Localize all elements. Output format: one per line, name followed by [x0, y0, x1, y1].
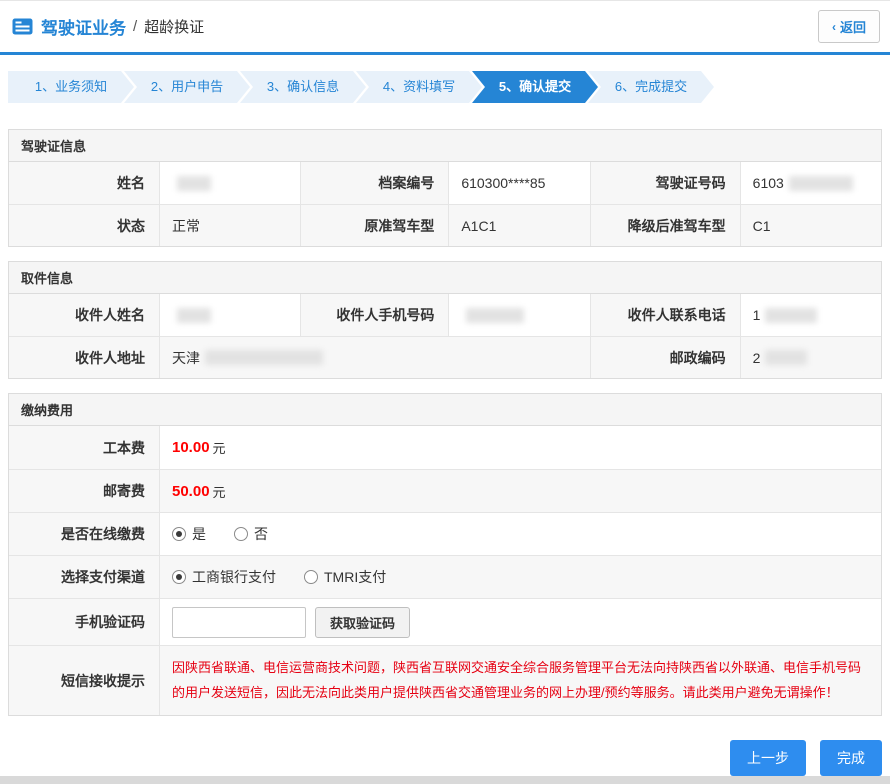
- top-bar: 驾驶证业务 / 超龄换证 ‹ 返回: [0, 1, 890, 55]
- online-pay-label: 是否在线缴费: [9, 513, 159, 555]
- step-tab-6-complete[interactable]: 6、完成提交: [588, 71, 714, 103]
- pay-channel-label: 选择支付渠道: [9, 556, 159, 598]
- address-label: 收件人地址: [9, 337, 159, 378]
- page-title: 驾驶证业务: [41, 14, 126, 39]
- work-fee-row: 工本费 10.00 元: [9, 426, 881, 469]
- redacted-address: [205, 350, 323, 365]
- license-no-label: 驾驶证号码: [590, 162, 740, 204]
- radio-online-pay-yes[interactable]: 是: [172, 524, 206, 544]
- file-no-label: 档案编号: [300, 162, 448, 204]
- radio-dot-icon: [304, 570, 318, 584]
- postcode-label: 邮政编码: [590, 337, 740, 378]
- online-pay-row: 是否在线缴费 是 否: [9, 512, 881, 555]
- orig-class-value: A1C1: [448, 205, 589, 246]
- postcode-value: 2: [740, 337, 881, 378]
- sms-code-row: 手机验证码 获取验证码: [9, 598, 881, 645]
- radio-channel-icbc[interactable]: 工商银行支付: [172, 567, 276, 587]
- recipient-name-value: [159, 294, 300, 336]
- redacted-name: [177, 176, 211, 191]
- sms-tip-row: 短信接收提示 因陕西省联通、电信运营商技术问题，陕西省互联网交通安全综合服务管理…: [9, 645, 881, 715]
- file-no-value: 610300****85: [448, 162, 589, 204]
- sms-tip-text: 因陕西省联通、电信运营商技术问题，陕西省互联网交通安全综合服务管理平台无法向持陕…: [172, 656, 869, 705]
- pay-channel-row: 选择支付渠道 工商银行支付 TMRI支付: [9, 555, 881, 598]
- recipient-mobile-label: 收件人手机号码: [300, 294, 448, 336]
- section-fees: 缴纳费用 工本费 10.00 元 邮寄费 50.00 元 是否在线缴费 是: [8, 393, 882, 716]
- downgrade-class-value: C1: [740, 205, 881, 246]
- orig-class-label: 原准驾车型: [300, 205, 448, 246]
- step-tab-5-confirm-submit[interactable]: 5、确认提交: [472, 71, 598, 103]
- post-fee-amount: 50.00: [172, 483, 210, 500]
- redacted-recipient-name: [177, 308, 211, 323]
- table-row: 收件人姓名 收件人手机号码 收件人联系电话 1: [9, 294, 881, 336]
- status-label: 状态: [9, 205, 159, 246]
- sms-code-input[interactable]: [172, 607, 306, 638]
- bottom-actions: 上一步 完成: [0, 740, 882, 776]
- redacted-postcode: [765, 350, 807, 365]
- section-license-info: 驾驶证信息 姓名 档案编号 610300****85 驾驶证号码 6103 状态…: [8, 129, 882, 247]
- section-pickup-info-title: 取件信息: [9, 262, 881, 294]
- section-fees-title: 缴纳费用: [9, 394, 881, 426]
- sms-tip-label: 短信接收提示: [9, 646, 159, 715]
- license-no-value: 6103: [740, 162, 881, 204]
- radio-online-pay-no-label: 否: [254, 524, 268, 544]
- radio-dot-icon: [172, 570, 186, 584]
- step-tab-2-declaration[interactable]: 2、用户申告: [124, 71, 250, 103]
- name-label: 姓名: [9, 162, 159, 204]
- license-business-icon: [12, 18, 33, 35]
- section-license-info-title: 驾驶证信息: [9, 130, 881, 162]
- recipient-phone-label: 收件人联系电话: [590, 294, 740, 336]
- breadcrumb-current: 超龄换证: [144, 16, 204, 37]
- table-row: 收件人地址 天津 邮政编码 2: [9, 336, 881, 378]
- work-fee-value: 10.00 元: [159, 426, 881, 469]
- recipient-name-label: 收件人姓名: [9, 294, 159, 336]
- back-button[interactable]: ‹ 返回: [818, 10, 880, 43]
- downgrade-class-label: 降级后准驾车型: [590, 205, 740, 246]
- step-tab-1-notice[interactable]: 1、业务须知: [8, 71, 134, 103]
- pay-channel-options: 工商银行支付 TMRI支付: [159, 556, 881, 598]
- radio-channel-tmri-label: TMRI支付: [324, 567, 386, 587]
- redacted-license-no: [789, 176, 853, 191]
- previous-step-button[interactable]: 上一步: [730, 740, 806, 776]
- redacted-recipient-phone: [765, 308, 817, 323]
- table-row: 状态 正常 原准驾车型 A1C1 降级后准驾车型 C1: [9, 204, 881, 246]
- online-pay-options: 是 否: [159, 513, 881, 555]
- post-fee-value: 50.00 元: [159, 470, 881, 512]
- name-value: [159, 162, 300, 204]
- back-button-label: 返回: [840, 17, 866, 36]
- post-fee-unit: 元: [213, 482, 226, 501]
- step-tab-3-confirm-info[interactable]: 3、确认信息: [240, 71, 366, 103]
- radio-channel-icbc-label: 工商银行支付: [192, 567, 276, 587]
- step-progress-bar: 1、业务须知 2、用户申告 3、确认信息 4、资料填写 5、确认提交 6、完成提…: [8, 71, 890, 103]
- address-value: 天津: [159, 337, 590, 378]
- redacted-recipient-mobile: [466, 308, 524, 323]
- finish-button[interactable]: 完成: [820, 740, 882, 776]
- work-fee-label: 工本费: [9, 426, 159, 469]
- sms-code-label: 手机验证码: [9, 599, 159, 645]
- step-tab-4-fill-data[interactable]: 4、资料填写: [356, 71, 482, 103]
- get-sms-code-button[interactable]: 获取验证码: [315, 607, 410, 638]
- back-chevron-icon: ‹: [832, 20, 836, 34]
- work-fee-amount: 10.00: [172, 439, 210, 456]
- post-fee-row: 邮寄费 50.00 元: [9, 469, 881, 512]
- radio-dot-icon: [234, 527, 248, 541]
- section-pickup-info: 取件信息 收件人姓名 收件人手机号码 收件人联系电话 1 收件人地址 天津: [8, 261, 882, 379]
- sms-tip-cell: 因陕西省联通、电信运营商技术问题，陕西省互联网交通安全综合服务管理平台无法向持陕…: [159, 646, 881, 715]
- sms-code-field-cell: 获取验证码: [159, 599, 881, 645]
- status-value: 正常: [159, 205, 300, 246]
- radio-online-pay-no[interactable]: 否: [234, 524, 268, 544]
- post-fee-label: 邮寄费: [9, 470, 159, 512]
- breadcrumb-separator: /: [133, 18, 137, 35]
- recipient-phone-value: 1: [740, 294, 881, 336]
- radio-dot-icon: [172, 527, 186, 541]
- table-row: 姓名 档案编号 610300****85 驾驶证号码 6103: [9, 162, 881, 204]
- footer-strip: [0, 776, 890, 784]
- radio-online-pay-yes-label: 是: [192, 524, 206, 544]
- work-fee-unit: 元: [213, 438, 226, 457]
- page: 驾驶证业务 / 超龄换证 ‹ 返回 1、业务须知 2、用户申告 3、确认信息 4…: [0, 0, 890, 784]
- recipient-mobile-value: [448, 294, 589, 336]
- radio-channel-tmri[interactable]: TMRI支付: [304, 567, 386, 587]
